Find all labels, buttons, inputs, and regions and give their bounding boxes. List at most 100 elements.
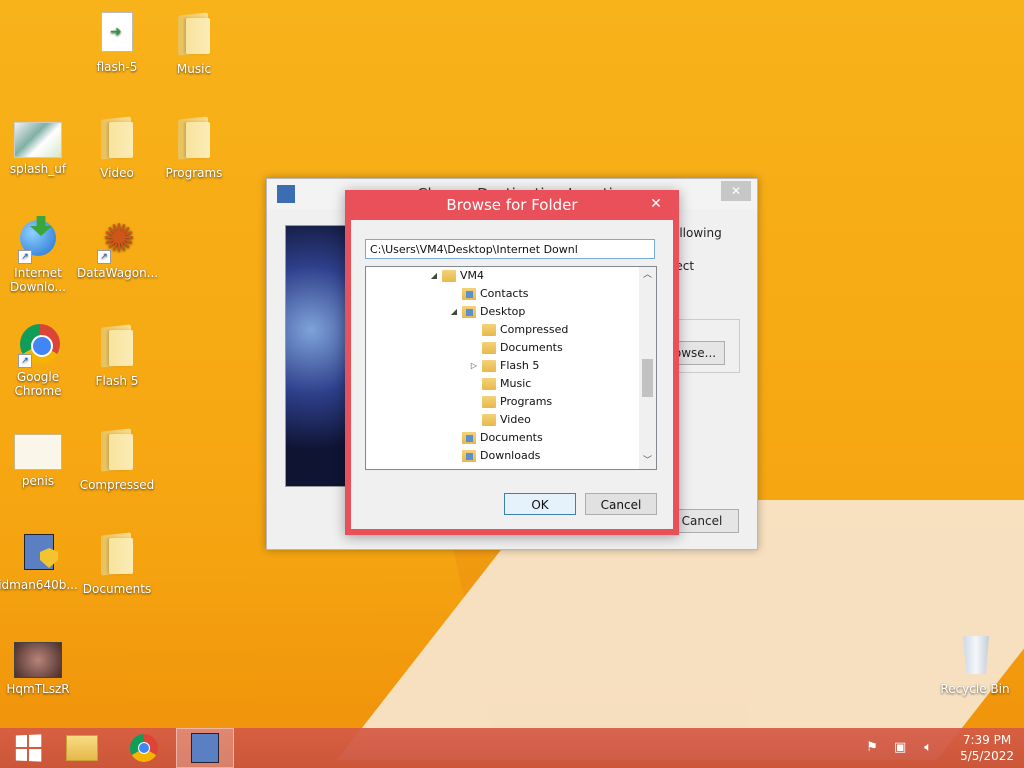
image-thumbnail-icon xyxy=(14,642,62,678)
folder-icon xyxy=(482,342,496,354)
icon-label: Compressed xyxy=(79,478,155,492)
taskbar-installer[interactable] xyxy=(176,728,234,768)
system-tray: ⚑ ▣ 🔈︎ 7:39 PM 5/5/2022 xyxy=(864,728,1014,768)
folder-icon xyxy=(176,116,212,158)
cancel-button[interactable]: Cancel xyxy=(585,493,657,515)
expand-collapse-icon[interactable]: ◢ xyxy=(428,267,440,285)
chevron-down-icon[interactable]: ﹀ xyxy=(639,453,656,469)
icon-label: Programs xyxy=(165,166,223,180)
tree-item-label: VM4 xyxy=(460,269,485,282)
desktop-icon-video[interactable]: Video xyxy=(77,112,157,180)
expand-collapse-icon[interactable]: ▷ xyxy=(468,357,480,375)
taskbar-file-explorer[interactable] xyxy=(54,728,110,768)
icon-label: Music xyxy=(176,62,212,76)
folder-icon xyxy=(442,270,456,282)
folder-icon xyxy=(482,360,496,372)
folder-tree[interactable]: ◢ VM4 Contacts ◢ Desktop Compressed Docu… xyxy=(365,266,657,470)
desktop-icon-documents[interactable]: Documents xyxy=(77,528,157,596)
recycle-bin-icon xyxy=(951,632,999,680)
folder-icon xyxy=(482,378,496,390)
taskbar-chrome[interactable] xyxy=(116,728,172,768)
shortcut-arrow-icon: ↗ xyxy=(18,354,32,368)
desktop-icon-recycle-bin[interactable]: Recycle Bin xyxy=(935,632,1015,696)
icon-label: Documents xyxy=(82,582,152,596)
close-icon[interactable]: ✕ xyxy=(721,181,751,201)
desktop-icon-splash-uf[interactable]: splash_uf xyxy=(0,112,78,176)
desktop-icon-hqmtlszr[interactable]: HqmTLszR xyxy=(0,632,78,696)
dialog-title: Browse for Folder xyxy=(446,196,578,214)
document-icon: ➜ xyxy=(101,12,133,52)
icon-label: Internet Downlo... xyxy=(10,266,66,294)
desktop-icon-idman-installer[interactable]: idman640b... xyxy=(0,528,78,592)
tree-item-desktop[interactable]: ◢ Desktop xyxy=(448,303,525,321)
chevron-up-icon[interactable]: ︿ xyxy=(639,267,656,283)
tree-item-label: Desktop xyxy=(480,305,526,318)
tree-item-documents-desktop[interactable]: Documents xyxy=(468,339,563,357)
tree-scrollbar[interactable]: ︿ ﹀ xyxy=(639,267,656,469)
taskbar: ⚑ ▣ 🔈︎ 7:39 PM 5/5/2022 xyxy=(0,728,1024,768)
folder-icon xyxy=(99,324,135,366)
file-explorer-icon xyxy=(66,735,98,761)
ok-button[interactable]: OK xyxy=(504,493,576,515)
desktop-icon-programs[interactable]: Programs xyxy=(154,112,234,180)
icon-label: HqmTLszR xyxy=(6,682,70,696)
close-icon[interactable]: ✕ xyxy=(641,195,671,213)
icon-label: Recycle Bin xyxy=(940,682,1010,696)
instruction-text-fragment: ollowing xyxy=(672,226,722,240)
image-thumbnail-icon xyxy=(14,122,62,158)
folder-icon xyxy=(482,396,496,408)
desktop-icon-internet-download-manager[interactable]: ↗ Internet Downlo... xyxy=(0,216,78,294)
desktop-icon-datawagon[interactable]: ✺ ↗ DataWagon... xyxy=(77,216,159,280)
dialog-body: C:\Users\VM4\Desktop\Internet Downl ◢ VM… xyxy=(351,220,673,529)
folder-path-input[interactable]: C:\Users\VM4\Desktop\Internet Downl xyxy=(365,239,655,259)
start-button[interactable] xyxy=(0,728,56,768)
icon-label: idman640b... xyxy=(0,578,78,592)
documents-library-icon xyxy=(462,432,476,444)
desktop-icon-penis[interactable]: penis xyxy=(0,424,78,488)
tree-item-documents[interactable]: Documents xyxy=(448,429,543,447)
icon-label: Google Chrome xyxy=(14,370,62,398)
desktop-icon-compressed[interactable]: Compressed xyxy=(77,424,157,492)
tree-item-label: Compressed xyxy=(500,323,569,336)
shortcut-arrow-icon: ↗ xyxy=(97,250,111,264)
installer-banner-image xyxy=(285,225,349,487)
volume-muted-icon[interactable]: 🔈︎ xyxy=(920,740,936,756)
tree-item-music[interactable]: Music xyxy=(468,375,531,393)
installer-icon xyxy=(14,528,62,576)
icon-label: DataWagon... xyxy=(77,266,159,280)
scrollbar-thumb[interactable] xyxy=(642,359,653,397)
network-icon[interactable]: ▣ xyxy=(892,740,908,756)
tree-item-downloads[interactable]: Downloads xyxy=(448,447,540,465)
clock-date: 5/5/2022 xyxy=(960,749,1014,763)
tree-item-label: Programs xyxy=(500,395,553,408)
expand-collapse-icon[interactable]: ◢ xyxy=(448,303,460,321)
tree-item-vm4[interactable]: ◢ VM4 xyxy=(428,267,484,285)
clock[interactable]: 7:39 PM 5/5/2022 xyxy=(960,732,1014,764)
icon-label: splash_uf xyxy=(9,162,67,176)
tree-item-label: Documents xyxy=(480,431,543,444)
datawagon-star-icon: ✺ ↗ xyxy=(93,216,141,264)
icon-label: Flash 5 xyxy=(95,374,139,388)
desktop-icon-google-chrome[interactable]: ↗ Google Chrome xyxy=(0,320,78,398)
folder-icon xyxy=(99,532,135,574)
tree-item-label: Music xyxy=(500,377,532,390)
browse-for-folder-dialog: Browse for Folder ✕ C:\Users\VM4\Desktop… xyxy=(345,190,679,535)
certificate-icon xyxy=(14,434,62,470)
tree-item-programs[interactable]: Programs xyxy=(468,393,552,411)
clock-time: 7:39 PM xyxy=(962,733,1012,747)
desktop-icon-music[interactable]: Music xyxy=(154,8,234,76)
action-center-flag-icon[interactable]: ⚑ xyxy=(864,740,880,756)
tree-item-compressed[interactable]: Compressed xyxy=(468,321,568,339)
installer-logo-icon xyxy=(277,185,295,203)
icon-label: Video xyxy=(100,166,134,180)
desktop-icon-flash-5-folder[interactable]: Flash 5 xyxy=(77,320,157,388)
tree-item-contacts[interactable]: Contacts xyxy=(448,285,529,303)
folder-icon xyxy=(99,428,135,470)
tree-item-flash-5[interactable]: ▷ Flash 5 xyxy=(468,357,539,375)
tree-item-video[interactable]: Video xyxy=(468,411,531,429)
chrome-icon xyxy=(130,734,158,762)
chrome-icon: ↗ xyxy=(14,320,62,368)
installer-icon xyxy=(191,733,219,763)
desktop-icon-flash-5[interactable]: ➜ flash-5 xyxy=(77,8,157,74)
idm-globe-icon: ↗ xyxy=(14,216,62,264)
